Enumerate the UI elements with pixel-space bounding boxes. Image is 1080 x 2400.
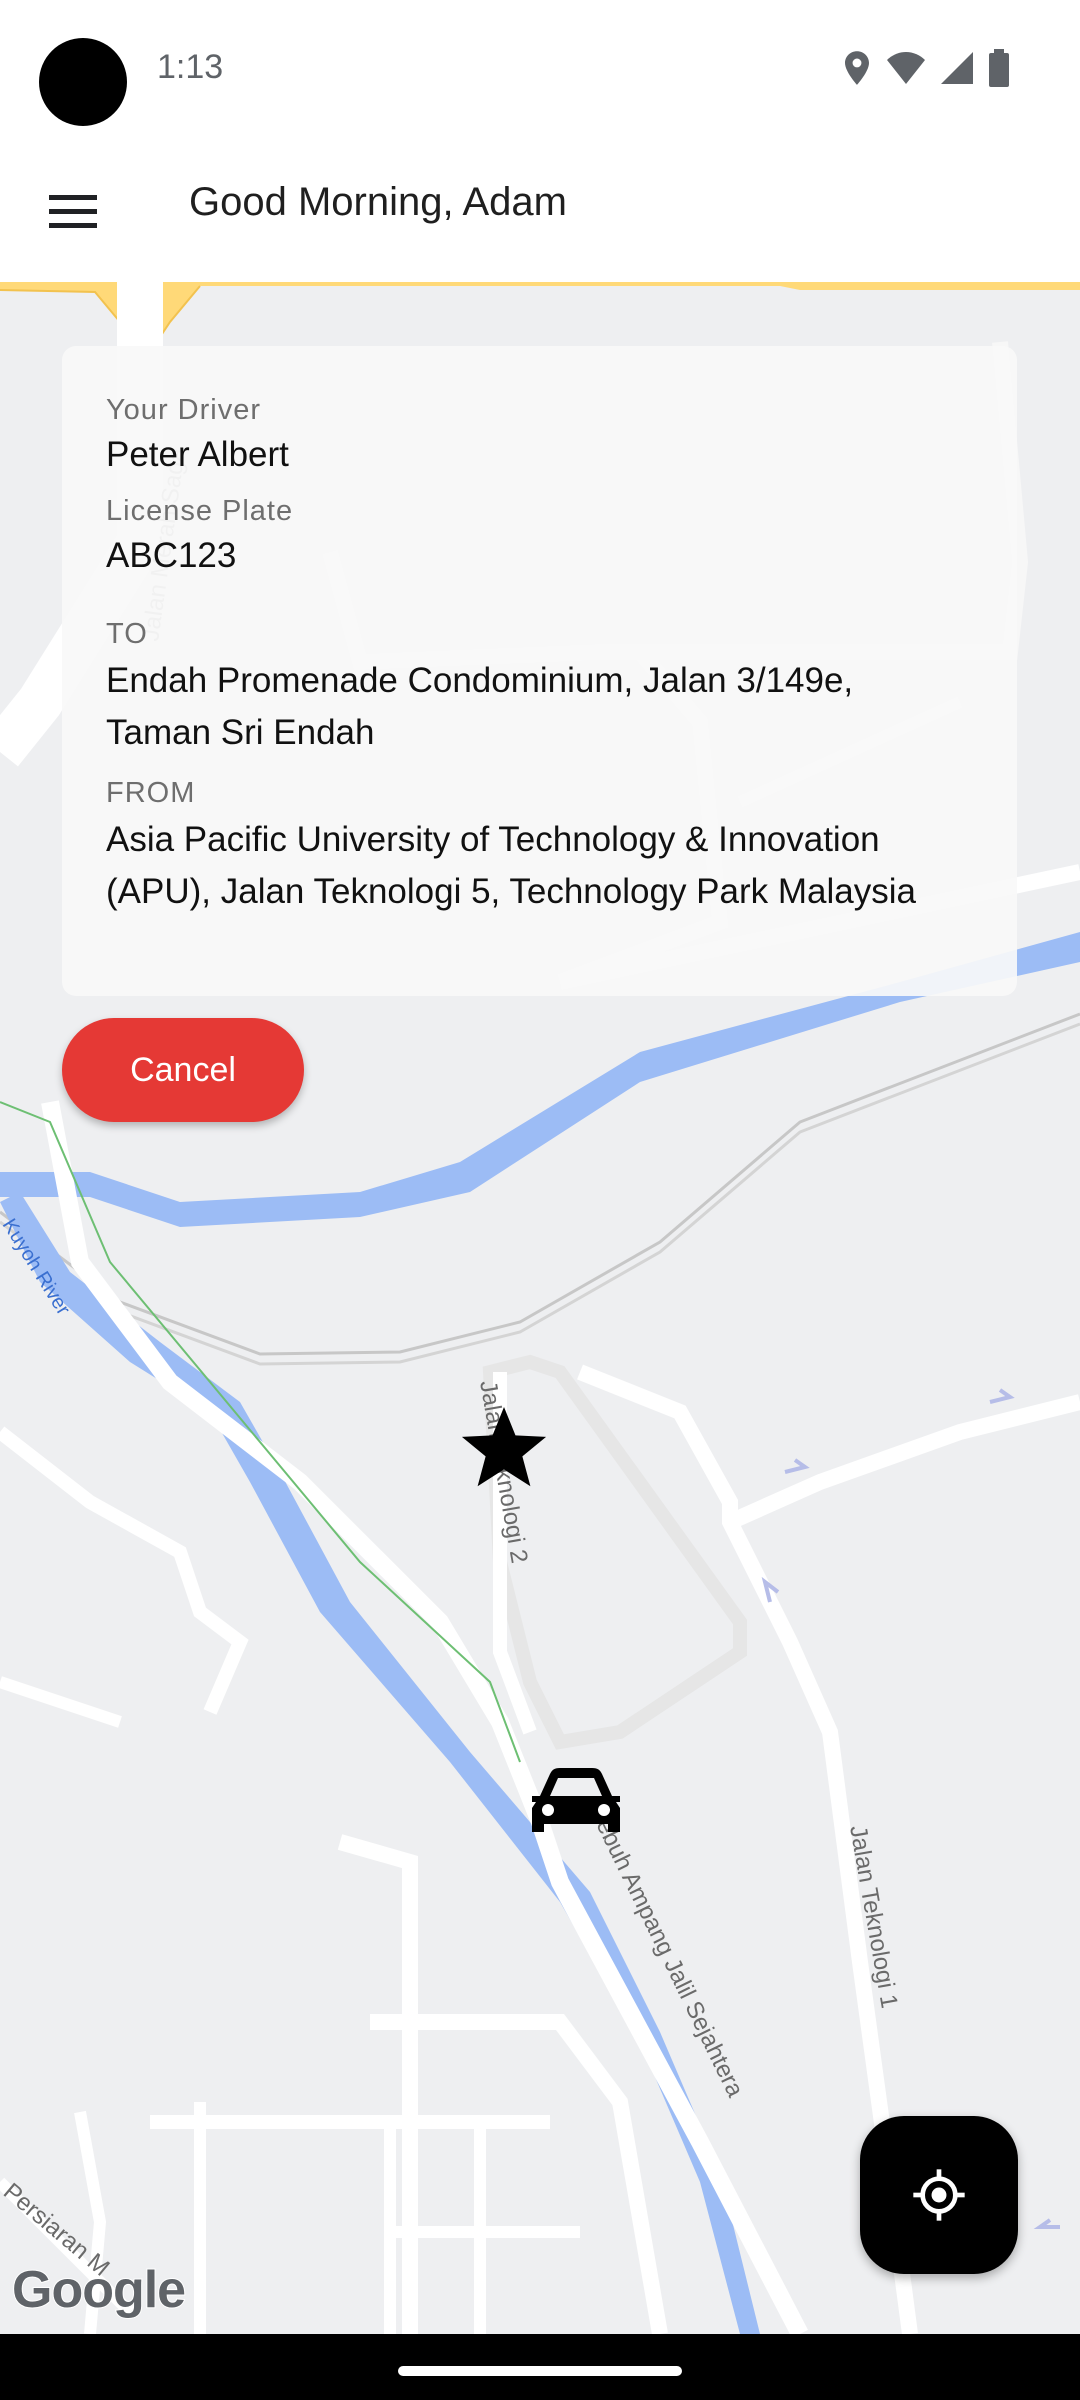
app-bar: Good Morning, Adam (0, 140, 1080, 282)
destination-star-icon[interactable] (458, 1404, 550, 1492)
my-location-button[interactable] (860, 2116, 1018, 2274)
signal-icon (941, 52, 973, 84)
to-label: TO (106, 618, 148, 650)
status-icons (842, 46, 1010, 90)
home-gesture-pill[interactable] (398, 2366, 682, 2376)
driver-name: Peter Albert (106, 435, 289, 474)
cancel-button[interactable]: Cancel (62, 1018, 304, 1122)
from-address-line2: (APU), Jalan Teknologi 5, Technology Par… (106, 872, 916, 911)
menu-icon (49, 195, 97, 228)
page-title: Good Morning, Adam (189, 180, 567, 224)
menu-button[interactable] (36, 176, 110, 246)
driver-car-icon[interactable] (528, 1768, 624, 1840)
from-label: FROM (106, 777, 196, 809)
status-time: 1:13 (157, 48, 224, 86)
from-address-line1: Asia Pacific University of Technology & … (106, 820, 880, 859)
trip-info-card: Your Driver Peter Albert License Plate A… (62, 346, 1017, 996)
google-attribution: Google (11, 2260, 187, 2320)
status-bar: 1:13 (0, 0, 1080, 140)
battery-icon (989, 49, 1009, 87)
my-location-icon (913, 2169, 965, 2221)
driver-label: Your Driver (106, 394, 261, 426)
wifi-icon (887, 52, 925, 84)
plate-value: ABC123 (106, 536, 237, 575)
from-address: Asia Pacific University of Technology & … (106, 814, 973, 918)
to-address-line2: Taman Sri Endah (106, 713, 375, 752)
location-icon (845, 51, 869, 85)
to-address-line1: Endah Promenade Condominium, Jalan 3/149… (106, 661, 854, 700)
to-address: Endah Promenade Condominium, Jalan 3/149… (106, 655, 973, 759)
plate-label: License Plate (106, 495, 294, 527)
camera-cutout (39, 38, 127, 126)
